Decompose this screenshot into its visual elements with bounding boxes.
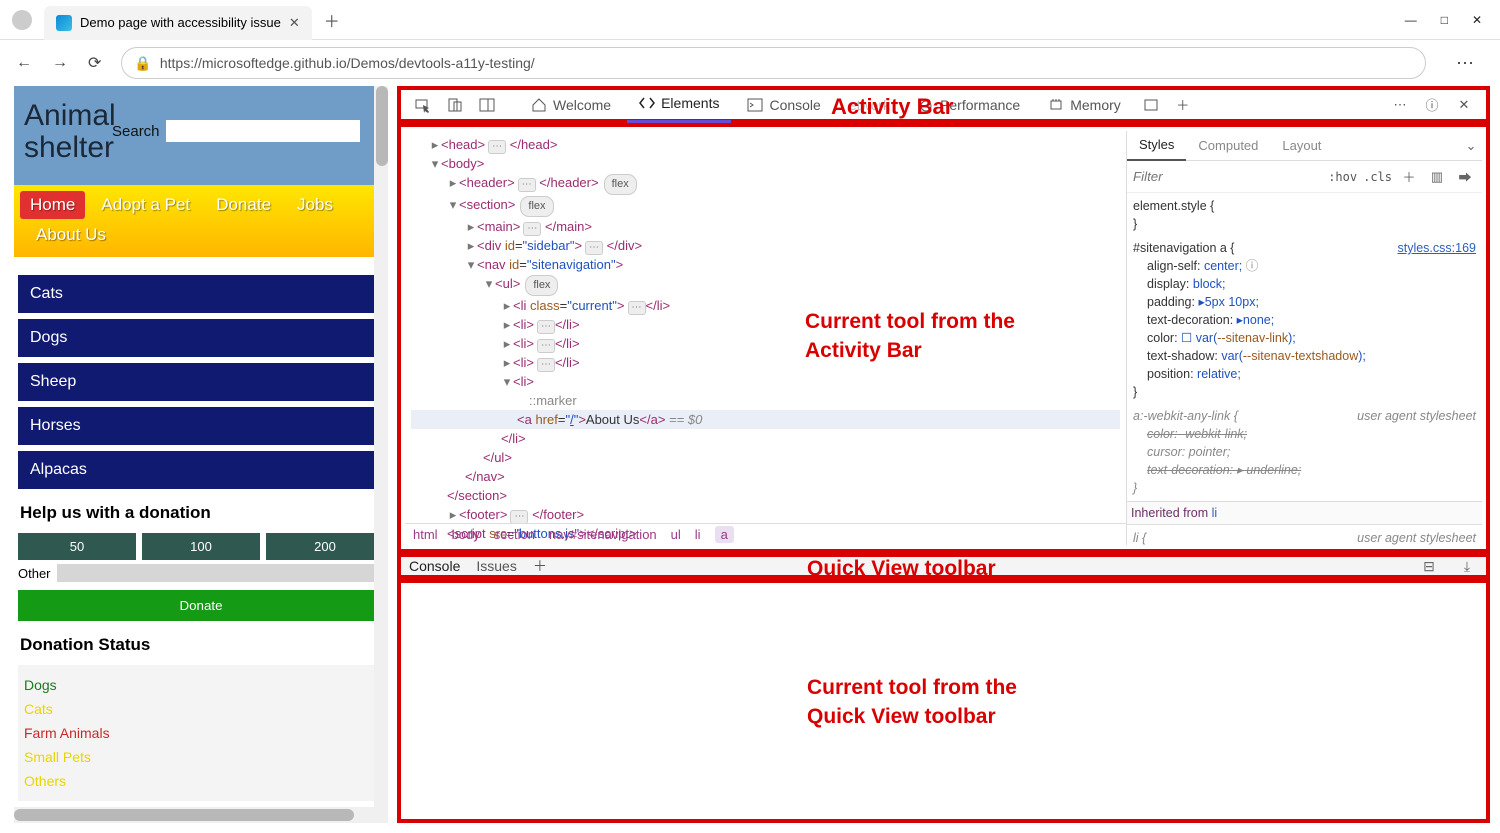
- page-header: Animal shelter Search: [14, 86, 388, 185]
- nav-home[interactable]: Home: [20, 191, 85, 219]
- qv-body-label: Current tool from the Quick View toolbar: [807, 673, 1017, 732]
- browser-tab[interactable]: Demo page with accessibility issue ✕: [44, 6, 312, 40]
- nav-jobs[interactable]: Jobs: [287, 191, 343, 219]
- page-hscrollbar[interactable]: [14, 807, 388, 823]
- tab-performance[interactable]: Performance: [906, 86, 1032, 123]
- sidebar-item-alpacas[interactable]: Alpacas: [18, 451, 384, 489]
- detach-icon[interactable]: [1137, 91, 1165, 119]
- source-link[interactable]: styles.css:169: [1397, 239, 1476, 257]
- tab-title: Demo page with accessibility issue: [80, 15, 281, 30]
- donation-heading: Help us with a donation: [20, 503, 384, 523]
- search-form: Search: [112, 120, 360, 142]
- qv-collapse-icon[interactable]: ⊟: [1418, 555, 1440, 577]
- flex-editor-icon[interactable]: ▥: [1426, 166, 1448, 188]
- tab-console[interactable]: Console: [735, 86, 832, 123]
- donation-other: Other: [18, 564, 384, 582]
- profile-avatar[interactable]: [12, 10, 32, 30]
- close-window-button[interactable]: ✕: [1472, 13, 1482, 27]
- styles-rules[interactable]: element.style { } #sitenavigation a {sty…: [1127, 193, 1482, 545]
- other-label: Other: [18, 566, 51, 581]
- amount-50[interactable]: 50: [18, 533, 136, 560]
- help-icon[interactable]: ⓘ: [1418, 91, 1446, 119]
- close-tab-icon[interactable]: ✕: [289, 15, 300, 31]
- main-nav: Home Adopt a Pet Donate Jobs About Us: [14, 185, 388, 257]
- search-label: Search: [112, 123, 160, 140]
- breadcrumb[interactable]: html body section nav#sitenavigation ul …: [405, 523, 1126, 545]
- other-input[interactable]: [57, 564, 384, 582]
- url-text: https://microsoftedge.github.io/Demos/de…: [160, 55, 535, 71]
- sidebar-item-dogs[interactable]: Dogs: [18, 319, 384, 357]
- dock-icon[interactable]: [473, 91, 501, 119]
- nav-donate[interactable]: Donate: [206, 191, 281, 219]
- browser-toolbar: ← → ⟳ 🔒 https://microsoftedge.github.io/…: [0, 40, 1500, 86]
- add-tab-icon[interactable]: ＋: [1169, 91, 1197, 119]
- nav-about[interactable]: About Us: [26, 221, 116, 248]
- styles-filter-input[interactable]: [1133, 169, 1253, 184]
- cls-toggle[interactable]: .cls: [1363, 170, 1392, 184]
- back-button[interactable]: ←: [16, 54, 32, 72]
- status-farm: Farm Animals: [24, 721, 378, 745]
- status-cats: Cats: [24, 697, 378, 721]
- page-vscrollbar[interactable]: [374, 86, 388, 823]
- tab-network[interactable]: etwork: [837, 86, 902, 123]
- qv-tab-console[interactable]: Console: [409, 558, 460, 574]
- amount-200[interactable]: 200: [266, 533, 384, 560]
- address-bar[interactable]: 🔒 https://microsoftedge.github.io/Demos/…: [121, 47, 1426, 79]
- page-sidebar: Cats Dogs Sheep Horses Alpacas Help us w…: [14, 257, 388, 819]
- donation-amounts: 50 100 200: [18, 533, 384, 560]
- window-controls: — □ ✕: [1405, 13, 1500, 27]
- minimize-button[interactable]: —: [1405, 13, 1417, 27]
- status-small: Small Pets: [24, 745, 378, 769]
- styles-pane: Styles Computed Layout ⌄ :hov .cls ＋ ▥ ⮕: [1126, 131, 1482, 545]
- expand-icon[interactable]: ⌄: [1460, 135, 1482, 157]
- reload-button[interactable]: ⟳: [88, 53, 101, 73]
- search-input[interactable]: [166, 120, 360, 142]
- tab-layout[interactable]: Layout: [1270, 131, 1333, 161]
- status-heading: Donation Status: [20, 635, 384, 655]
- lock-icon: 🔒: [134, 55, 151, 72]
- rtl-icon[interactable]: ⮕: [1454, 166, 1476, 188]
- donate-button[interactable]: Donate: [18, 590, 384, 621]
- browser-menu-button[interactable]: ⋯: [1446, 53, 1484, 74]
- tab-memory[interactable]: Memory: [1036, 86, 1133, 123]
- forward-button[interactable]: →: [52, 54, 68, 72]
- browser-titlebar: Demo page with accessibility issue ✕ ＋ —…: [0, 0, 1500, 40]
- close-devtools-icon[interactable]: ✕: [1450, 91, 1478, 119]
- rendered-page: Animal shelter Search Home Adopt a Pet D…: [14, 86, 388, 823]
- styles-tabs: Styles Computed Layout ⌄: [1127, 131, 1482, 161]
- main-tool-pane: ▸<head>⋯ </head> ▾<body> ▸<header>⋯ </he…: [397, 123, 1490, 553]
- more-tools-icon[interactable]: ⋯: [1386, 91, 1414, 119]
- new-rule-icon[interactable]: ＋: [1398, 166, 1420, 188]
- hov-toggle[interactable]: :hov: [1328, 170, 1357, 184]
- status-others: Others: [24, 769, 378, 793]
- device-icon[interactable]: [441, 91, 469, 119]
- quick-view-body: Current tool from the Quick View toolbar: [397, 579, 1490, 823]
- styles-filter-row: :hov .cls ＋ ▥ ⮕: [1127, 161, 1482, 193]
- edge-favicon-icon: [56, 15, 72, 31]
- maximize-button[interactable]: □: [1441, 13, 1448, 27]
- sidebar-item-horses[interactable]: Horses: [18, 407, 384, 445]
- qv-add-icon[interactable]: ＋: [533, 556, 547, 576]
- status-dogs: Dogs: [24, 673, 378, 697]
- tab-welcome[interactable]: Welcome: [519, 86, 623, 123]
- devtools: Welcome Elements Console Activity Bar et…: [397, 86, 1490, 823]
- status-list: Dogs Cats Farm Animals Small Pets Others: [18, 665, 384, 801]
- amount-100[interactable]: 100: [142, 533, 260, 560]
- tab-styles[interactable]: Styles: [1127, 131, 1186, 161]
- dom-tree[interactable]: ▸<head>⋯ </head> ▾<body> ▸<header>⋯ </he…: [405, 131, 1126, 545]
- qv-tab-issues[interactable]: Issues: [476, 558, 516, 574]
- nav-adopt[interactable]: Adopt a Pet: [91, 191, 200, 219]
- inspect-icon[interactable]: [409, 91, 437, 119]
- sidebar-item-sheep[interactable]: Sheep: [18, 363, 384, 401]
- qv-download-icon[interactable]: ⤓: [1456, 555, 1478, 577]
- quick-view-toolbar: Console Issues ＋ Quick View toolbar ⊟ ⤓: [397, 553, 1490, 579]
- activity-bar: Welcome Elements Console Activity Bar et…: [397, 86, 1490, 123]
- new-tab-button[interactable]: ＋: [312, 0, 352, 40]
- sidebar-item-cats[interactable]: Cats: [18, 275, 384, 313]
- tab-elements[interactable]: Elements: [627, 86, 731, 123]
- tab-computed[interactable]: Computed: [1186, 131, 1270, 161]
- qv-toolbar-label: Quick View toolbar: [807, 557, 996, 581]
